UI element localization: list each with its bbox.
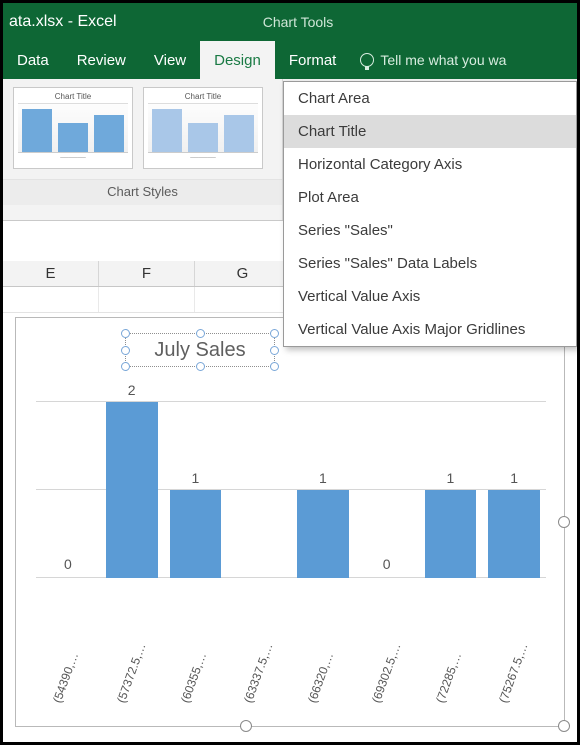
selection-handle[interactable] xyxy=(196,329,205,338)
chart-styles-group: Chart Title ────── Chart Title ────── Ch… xyxy=(3,79,283,220)
data-label: 2 xyxy=(128,382,136,398)
tab-review[interactable]: Review xyxy=(63,41,140,79)
contextual-tab-label: Chart Tools xyxy=(233,3,363,41)
selection-handle[interactable] xyxy=(270,362,279,371)
bar[interactable]: 1 xyxy=(297,490,349,578)
bar[interactable]: 0 xyxy=(42,576,94,578)
chart-title-selected[interactable]: July Sales xyxy=(125,333,275,367)
menu-item-chart-area[interactable]: Chart Area xyxy=(284,82,576,115)
col-header-e[interactable]: E xyxy=(3,261,99,286)
ribbon-tabs: Data Review View Design Format Tell me w… xyxy=(3,41,577,79)
thumb-title: Chart Title xyxy=(55,92,91,101)
thumb-title: Chart Title xyxy=(185,92,221,101)
tell-me-box[interactable]: Tell me what you wa xyxy=(350,41,506,79)
tab-data[interactable]: Data xyxy=(3,41,63,79)
menu-item-vertical-gridlines[interactable]: Vertical Value Axis Major Gridlines xyxy=(284,313,576,346)
embedded-chart[interactable]: 0211011 (54390,…(57372.5,…(60355,…(63337… xyxy=(15,317,565,727)
chart-resize-handle[interactable] xyxy=(558,516,570,528)
selection-handle[interactable] xyxy=(270,329,279,338)
menu-item-series-sales[interactable]: Series "Sales" xyxy=(284,214,576,247)
chart-title-text: July Sales xyxy=(154,339,245,362)
data-label: 0 xyxy=(64,556,72,572)
selection-handle[interactable] xyxy=(121,346,130,355)
bar[interactable]: 1 xyxy=(425,490,477,578)
bar[interactable]: 2 xyxy=(106,402,158,578)
selection-handle[interactable] xyxy=(121,362,130,371)
chart-style-thumb-1[interactable]: Chart Title ────── xyxy=(13,87,133,169)
menu-item-plot-area[interactable]: Plot Area xyxy=(284,181,576,214)
menu-item-vertical-axis[interactable]: Vertical Value Axis xyxy=(284,280,576,313)
data-label: 1 xyxy=(191,470,199,486)
tell-me-text: Tell me what you wa xyxy=(380,52,506,68)
lightbulb-icon xyxy=(360,53,374,67)
thumb-axis: ────── xyxy=(190,155,216,161)
bar[interactable]: 0 xyxy=(361,576,413,578)
bar[interactable] xyxy=(233,576,285,578)
chart-elements-dropdown[interactable]: Chart Area Chart Title Horizontal Catego… xyxy=(283,81,577,347)
menu-item-series-sales-labels[interactable]: Series "Sales" Data Labels xyxy=(284,247,576,280)
col-header-g[interactable]: G xyxy=(195,261,291,286)
col-header-f[interactable]: F xyxy=(99,261,195,286)
data-label: 0 xyxy=(383,556,391,572)
selection-handle[interactable] xyxy=(121,329,130,338)
selection-handle[interactable] xyxy=(270,346,279,355)
style-thumbnails: Chart Title ────── Chart Title ────── xyxy=(3,79,282,179)
x-axis-ticks: (54390,…(57372.5,…(60355,…(63337.5,…(663… xyxy=(36,636,546,726)
bar[interactable]: 1 xyxy=(488,490,540,578)
data-label: 1 xyxy=(446,470,454,486)
menu-item-chart-title[interactable]: Chart Title xyxy=(284,115,576,148)
group-label-chart-styles: Chart Styles xyxy=(3,179,282,205)
selection-handle[interactable] xyxy=(196,362,205,371)
tab-design[interactable]: Design xyxy=(200,41,275,79)
thumb-axis: ────── xyxy=(60,155,86,161)
bar[interactable]: 1 xyxy=(170,490,222,578)
title-bar: ata.xlsx - Excel Chart Tools xyxy=(3,3,577,41)
plot-area[interactable]: 0211011 xyxy=(36,352,546,612)
bar-series: 0211011 xyxy=(36,368,546,578)
tab-format[interactable]: Format xyxy=(275,41,351,79)
menu-item-horizontal-axis[interactable]: Horizontal Category Axis xyxy=(284,148,576,181)
chart-style-thumb-2[interactable]: Chart Title ────── xyxy=(143,87,263,169)
data-label: 1 xyxy=(510,470,518,486)
tab-view[interactable]: View xyxy=(140,41,200,79)
data-label: 1 xyxy=(319,470,327,486)
file-name: ata.xlsx - Excel xyxy=(3,13,117,31)
ribbon-panel: Chart Title ────── Chart Title ────── Ch… xyxy=(3,79,577,221)
